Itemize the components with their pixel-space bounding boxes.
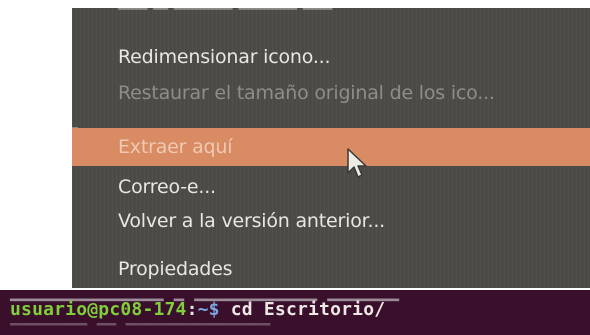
terminal-prompt-path: ~$ [197, 299, 220, 320]
terminal-prompt-separator: : [186, 299, 198, 320]
menu-item-properties[interactable]: Propiedades [118, 254, 590, 284]
terminal-strip: ▁▁▁▁▁▁▁▁▁▁▁▁▁▁▁ ▁ ▁▁▁▁▁▁▁▁▁▁▁▁ ▁▁▁▁▁▁▁ u… [0, 290, 590, 335]
terminal-prompt-user: usuario@pc08-174 [10, 299, 187, 320]
menu-item-extract-here[interactable]: Extraer aquí [72, 128, 590, 166]
terminal-command-line[interactable]: usuario@pc08-174:~$ cd Escritorio/ [10, 299, 385, 320]
menu-item-restore-icon-size[interactable]: Restaurar el tamaño original de los ico.… [118, 78, 590, 108]
menu-item-revert-version[interactable]: Volver a la versión anterior... [118, 206, 590, 236]
screenshot-stage: ▁▁ ▁ ▁▁▁▁ ▁▁▁▁ ▁▁ Redimensionar icono...… [0, 0, 590, 335]
menu-item-resize-icon[interactable]: Redimensionar icono... [118, 42, 590, 72]
terminal-command-text: cd Escritorio/ [219, 299, 386, 320]
terminal-next-line: ▔▔▔▔▔▔▔▔ ▔▔ ▔▔▔▔▔▔▔▔▔▔▔▔▔▔▔ [10, 323, 271, 335]
context-menu: ▁▁ ▁ ▁▁▁▁ ▁▁▁▁ ▁▁ Redimensionar icono...… [72, 8, 590, 288]
menu-item-partial-top: ▁▁ ▁ ▁▁▁▁ ▁▁▁▁ ▁▁ [118, 8, 332, 10]
arrow-pointer-icon [347, 148, 367, 178]
